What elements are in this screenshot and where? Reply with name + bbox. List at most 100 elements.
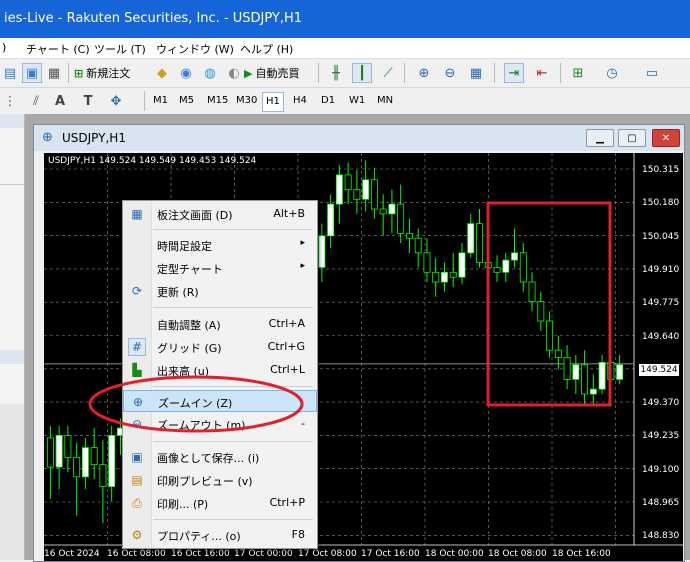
terminal-icon[interactable]: ▣ bbox=[22, 63, 42, 83]
templates-icon[interactable]: ▭ bbox=[642, 63, 662, 83]
time-tick-label: 17 Oct 16:00 bbox=[361, 549, 420, 559]
periods-clock-icon[interactable]: ◷ bbox=[602, 63, 622, 83]
menu-item-template[interactable]: 定型チャート ▸ bbox=[123, 257, 317, 279]
text-label-icon[interactable]: A bbox=[50, 91, 70, 111]
channel-icon[interactable]: ⫽ bbox=[26, 91, 46, 111]
chart-shift-icon[interactable]: ⇤ bbox=[532, 63, 552, 83]
price-tick-label: 148.830 bbox=[642, 531, 680, 542]
indicators-icon[interactable]: ⊞ bbox=[568, 63, 588, 83]
price-tick-label: 149.640 bbox=[642, 331, 680, 342]
candle-body bbox=[589, 388, 597, 395]
candle-body bbox=[441, 271, 448, 283]
price-tick-label: 149.775 bbox=[642, 298, 680, 309]
timeframe-m30[interactable]: M30 bbox=[233, 92, 260, 110]
panel-scroll-area[interactable] bbox=[0, 404, 24, 560]
time-tick-label: 18 Oct 16:00 bbox=[552, 549, 611, 559]
submenu-arrow-icon: ▸ bbox=[300, 238, 305, 248]
fibonacci-icon[interactable]: ⋮ bbox=[0, 91, 20, 111]
candle-body bbox=[432, 271, 440, 283]
menu-separator bbox=[153, 519, 313, 520]
candle-body bbox=[327, 203, 335, 237]
new-order-button[interactable]: ⊞ 新規注文 bbox=[74, 63, 130, 83]
candle-body bbox=[476, 223, 483, 263]
candle-body bbox=[519, 252, 527, 283]
auto-scroll-icon[interactable]: ⇥ bbox=[504, 63, 524, 83]
candle-body bbox=[546, 320, 554, 351]
auto-trading-button[interactable]: ▶ 自動売買 bbox=[244, 63, 299, 83]
menu-tools[interactable]: ツール (T) bbox=[94, 41, 146, 57]
menu-view[interactable]: ) bbox=[2, 41, 6, 54]
menu-item-print-preview[interactable]: ▤ 印刷プレビュー (v) bbox=[123, 469, 317, 491]
candle-body bbox=[64, 435, 72, 458]
bar-chart-icon[interactable]: ╫ bbox=[326, 63, 346, 83]
menu-item-auto-scale[interactable]: 自動調整 (A) Ctrl+A bbox=[123, 313, 317, 335]
timeframe-m1[interactable]: M1 bbox=[150, 92, 171, 110]
menu-item-order-book[interactable]: ▦ 板注文画面 (D) Alt+B bbox=[123, 203, 317, 225]
timeframe-mn[interactable]: MN bbox=[374, 92, 396, 110]
menu-item-grid[interactable]: # グリッド (G) Ctrl+G bbox=[123, 336, 317, 358]
signals-icon[interactable]: ◐ bbox=[224, 63, 244, 83]
menu-item-label: 定型チャート bbox=[157, 263, 223, 276]
tester-icon[interactable]: ▦ bbox=[44, 63, 64, 83]
candle-body bbox=[572, 364, 580, 380]
menu-item-label: プロパティ... (o) bbox=[157, 530, 241, 543]
chart-window-icon: ⊕ bbox=[42, 130, 53, 145]
line-chart-icon[interactable]: ⟋ bbox=[378, 63, 398, 83]
properties-icon: ⚙ bbox=[131, 528, 143, 542]
experts-icon[interactable]: ◆ bbox=[152, 63, 172, 83]
menu-separator bbox=[153, 441, 313, 442]
menu-item-refresh[interactable]: ⟳ 更新 (R) bbox=[123, 280, 317, 302]
time-tick-label: 17 Oct 00:00 bbox=[234, 549, 293, 559]
candle-body bbox=[335, 174, 343, 205]
navigator-icon[interactable]: ▤ bbox=[0, 63, 20, 83]
arrows-icon[interactable]: ✥ bbox=[106, 91, 126, 111]
candle-body bbox=[414, 237, 422, 254]
timeframe-m5[interactable]: M5 bbox=[176, 92, 197, 110]
candle-body bbox=[90, 447, 98, 466]
candle-body bbox=[370, 179, 378, 210]
annotation-highlight-box bbox=[486, 201, 612, 407]
candle-body bbox=[405, 232, 413, 239]
menu-item-save-image[interactable]: ▣ 画像として保存... (i) bbox=[123, 446, 317, 468]
menu-help[interactable]: ヘルプ (H) bbox=[240, 41, 293, 57]
candle-body bbox=[73, 456, 81, 478]
menu-item-label: 印刷... (P) bbox=[157, 498, 209, 511]
menu-item-properties[interactable]: ⚙ プロパティ... (o) F8 bbox=[123, 524, 317, 546]
maximize-button[interactable]: ▢ bbox=[618, 129, 646, 147]
candle-body bbox=[81, 447, 89, 478]
close-button[interactable]: ✕ bbox=[652, 129, 680, 147]
minimize-button[interactable]: ▁ bbox=[586, 129, 614, 147]
menu-window[interactable]: ウィンドウ (W) bbox=[156, 41, 234, 57]
time-tick-label: 16 Oct 2024 bbox=[44, 549, 100, 559]
auto-trading-label: 自動売買 bbox=[255, 67, 300, 80]
panel-header bbox=[0, 114, 24, 128]
app-title: ies-Live - Rakuten Securities, Inc. - US… bbox=[4, 11, 303, 26]
auto-trading-icon: ▶ bbox=[244, 66, 253, 80]
timeframe-toolbar: ⋮ ⫽ A T ✥ M1 M5 M15 M30 H1 H4 D1 W1 MN bbox=[0, 88, 690, 115]
candle-body bbox=[55, 435, 63, 468]
tile-windows-icon[interactable]: ▦ bbox=[466, 63, 486, 83]
candle-body bbox=[616, 364, 624, 380]
candlestick-icon[interactable]: ┃ bbox=[352, 63, 372, 83]
timeframe-h4[interactable]: H4 bbox=[290, 92, 310, 110]
timeframe-m15[interactable]: M15 bbox=[204, 92, 231, 110]
community-icon[interactable]: ◉ bbox=[176, 63, 196, 83]
candle-body bbox=[528, 281, 536, 302]
candle-body bbox=[563, 357, 571, 380]
candle-body bbox=[108, 435, 116, 487]
main-toolbar: ▤ ▣ ▦ ⊞ 新規注文 ◆ ◉ ◍ ◐ ▶ 自動売買 ╫ ┃ ⟋ ⊕ ⊖ ▦ … bbox=[0, 59, 690, 88]
menu-item-timeframe[interactable]: 時間足設定 ▸ bbox=[123, 234, 317, 256]
candle-body bbox=[581, 364, 589, 395]
time-tick-label: 16 Oct 08:00 bbox=[107, 549, 166, 559]
timeframe-w1[interactable]: W1 bbox=[346, 92, 368, 110]
zoom-out-toolbar-icon[interactable]: ⊖ bbox=[440, 63, 460, 83]
timeframe-d1[interactable]: D1 bbox=[318, 92, 338, 110]
menu-chart[interactable]: チャート (C) bbox=[26, 41, 90, 57]
zoom-in-toolbar-icon[interactable]: ⊕ bbox=[414, 63, 434, 83]
menu-item-print[interactable]: ⎙ 印刷... (P) Ctrl+P bbox=[123, 492, 317, 514]
timeframe-h1[interactable]: H1 bbox=[262, 92, 284, 112]
candle-body bbox=[318, 235, 326, 268]
text-tool-icon[interactable]: T bbox=[78, 91, 98, 111]
market-icon[interactable]: ◍ bbox=[200, 63, 220, 83]
submenu-arrow-icon: ▸ bbox=[300, 261, 305, 271]
